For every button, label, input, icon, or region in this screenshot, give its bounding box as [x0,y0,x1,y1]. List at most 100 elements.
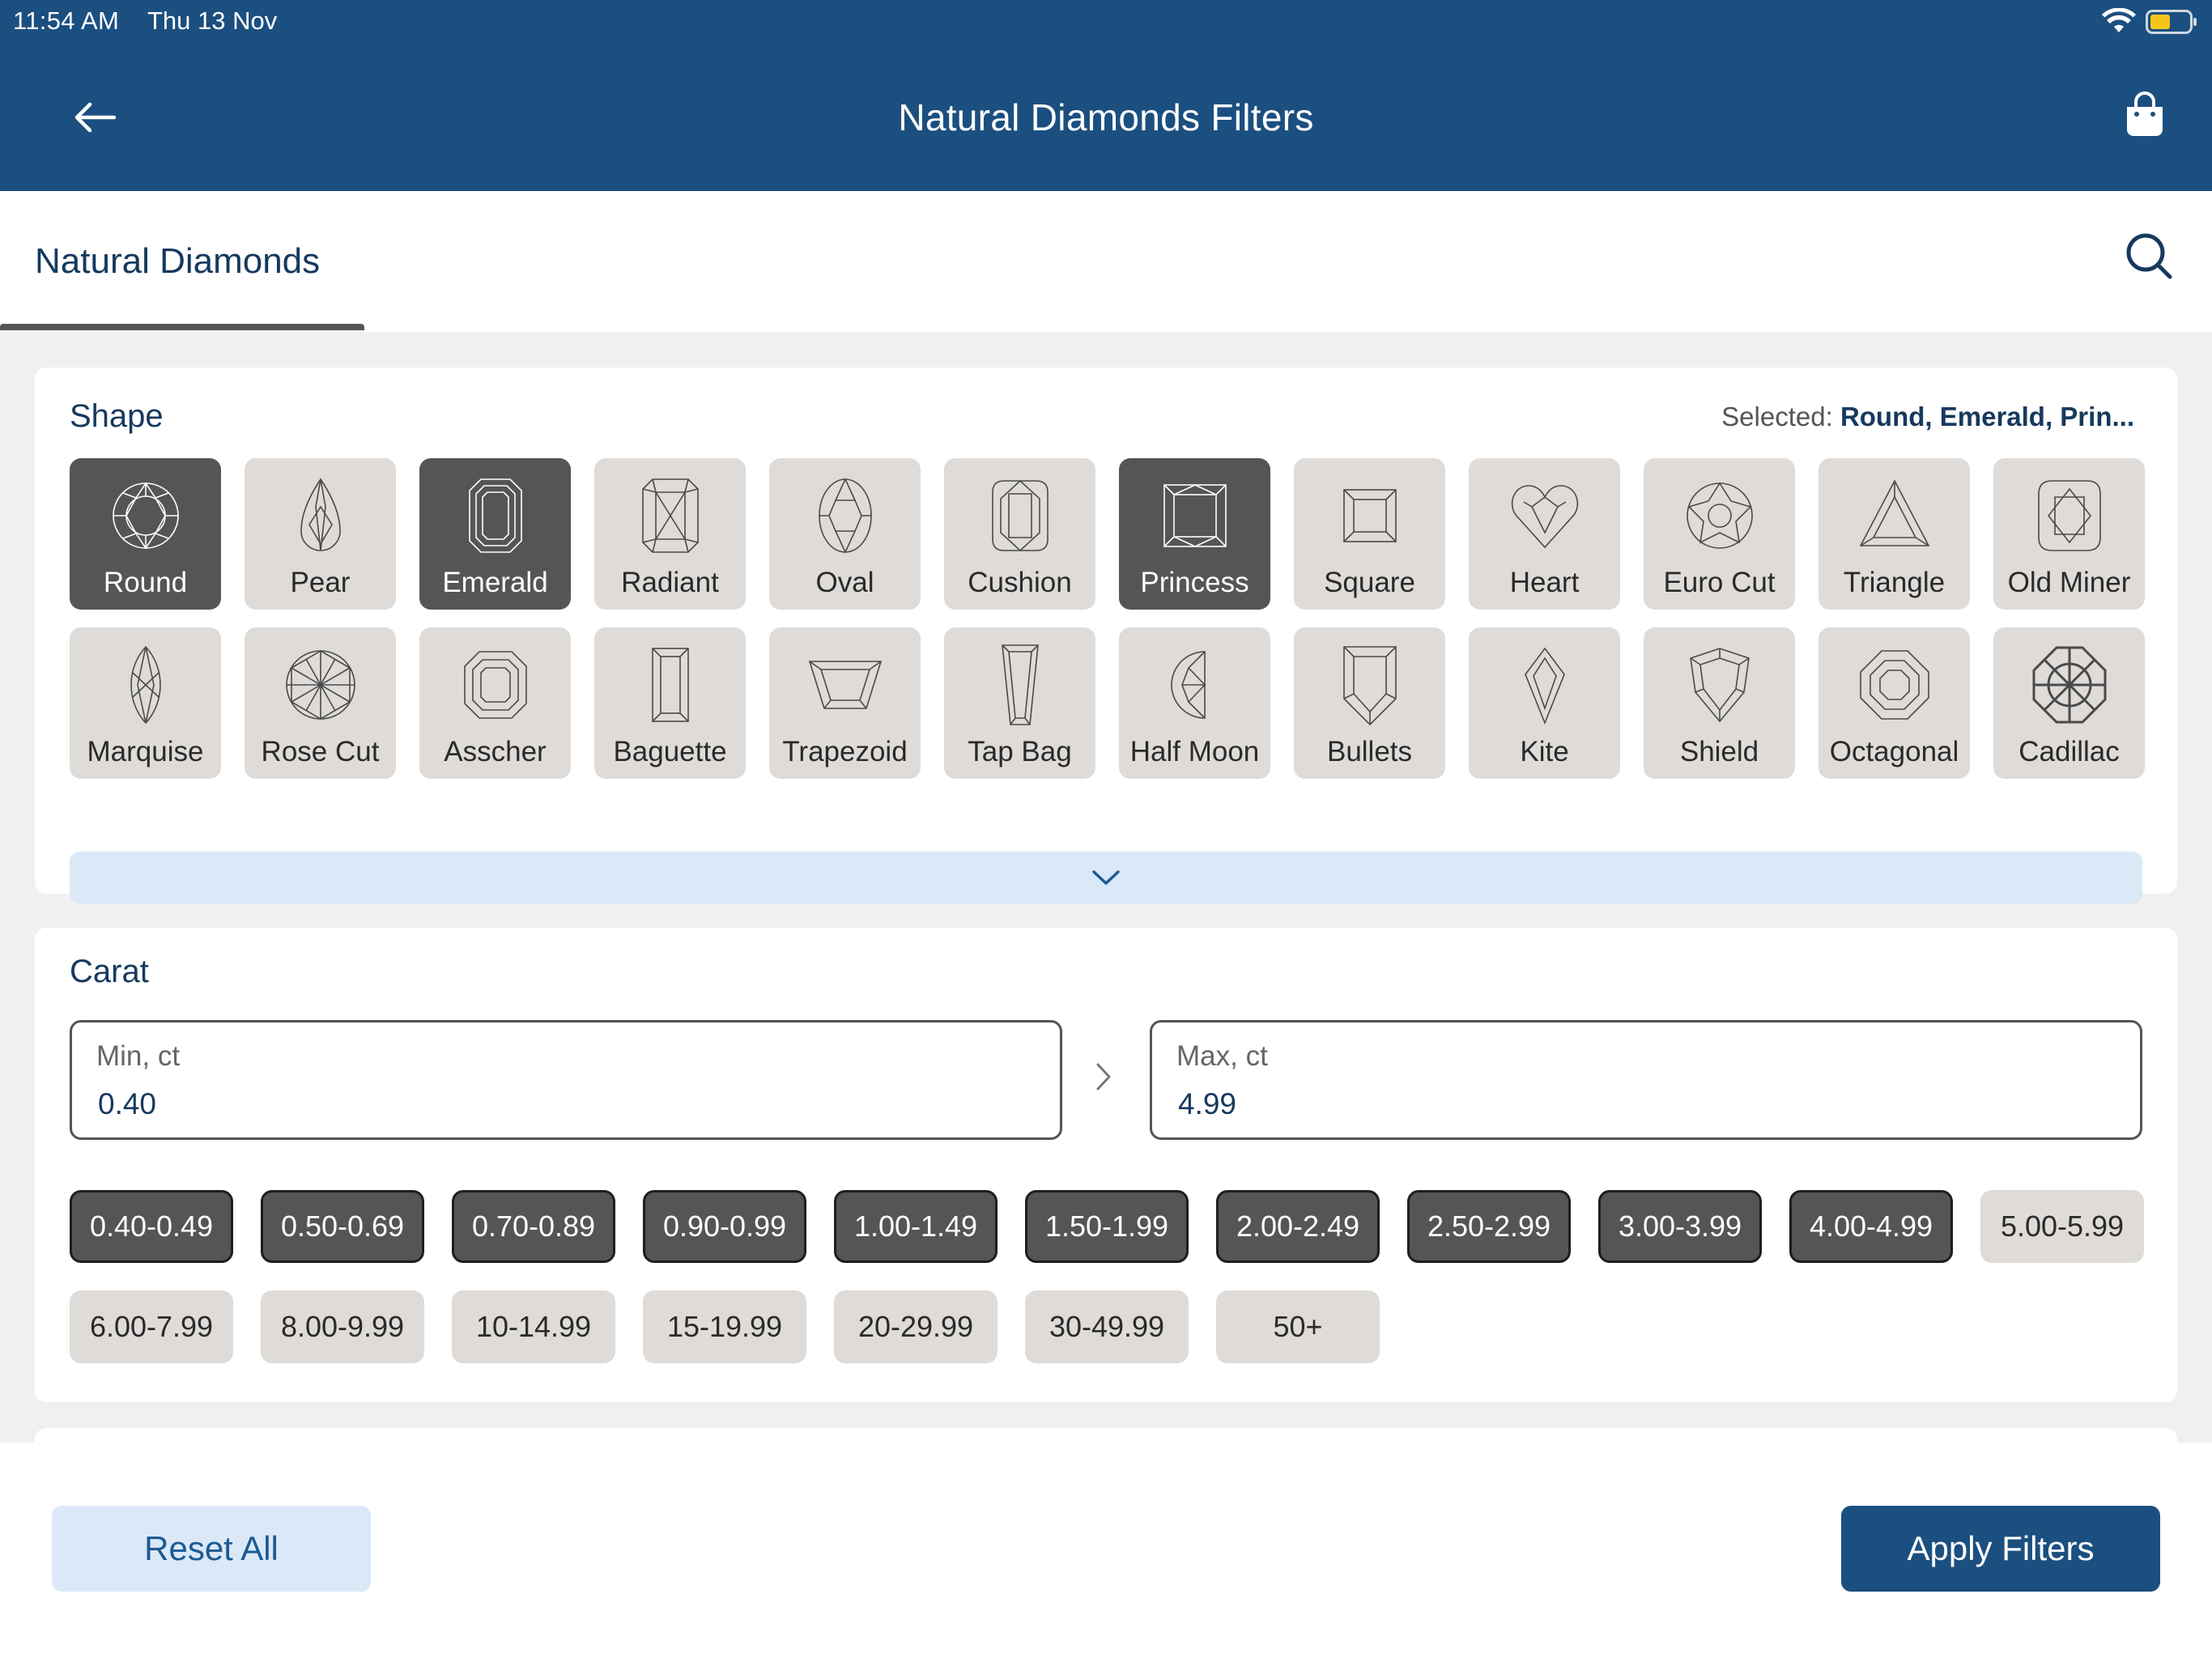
shape-option-shield[interactable]: Shield [1644,627,1795,779]
shape-option-asscher[interactable]: Asscher [419,627,571,779]
carat-chip[interactable]: 1.00-1.49 [834,1190,998,1263]
tab-natural-diamonds[interactable]: Natural Diamonds [0,194,364,330]
shape-label: Shield [1679,736,1759,767]
shape-option-octagonal[interactable]: Octagonal [1819,627,1970,779]
bullets-shape-icon [1343,646,1397,726]
half-moon-shape-icon [1171,651,1206,719]
octagonal-shape-icon [1860,650,1929,720]
carat-chip[interactable]: 20-29.99 [834,1290,998,1363]
footer-actions: Reset All Apply Filters [0,1443,2212,1658]
carat-chip[interactable]: 4.00-4.99 [1789,1190,1953,1263]
shape-option-old-miner[interactable]: Old Miner [1993,458,2145,610]
battery-icon [2146,10,2197,38]
tab-active-indicator [0,324,364,330]
carat-chip[interactable]: 6.00-7.99 [70,1290,233,1363]
status-date: Thu 13 Nov [147,6,278,35]
carat-max-label: Max, ct [1176,1040,1268,1072]
shape-option-radiant[interactable]: Radiant [594,458,746,610]
shape-option-trapezoid[interactable]: Trapezoid [769,627,921,779]
round-shape-icon [113,482,179,550]
shape-label: Euro Cut [1663,567,1776,598]
shape-option-emerald[interactable]: Emerald [419,458,571,610]
shape-option-marquise[interactable]: Marquise [70,627,221,779]
shape-option-kite[interactable]: Kite [1469,627,1620,779]
shape-label: Triangle [1843,567,1946,598]
shape-label: Marquise [87,736,204,767]
carat-chip[interactable]: 5.00-5.99 [1980,1190,2144,1263]
shape-label: Heart [1509,567,1580,598]
carat-max-field[interactable]: Max, ct 4.99 [1150,1020,2142,1140]
filters-content[interactable]: Shape Selected: Round, Emerald, Prin... … [0,332,2212,1443]
carat-chip[interactable]: 2.00-2.49 [1216,1190,1380,1263]
carat-chip[interactable]: 30-49.99 [1025,1290,1189,1363]
euro-cut-shape-icon [1687,482,1753,549]
shape-section-title: Shape [70,398,164,434]
chevron-right-icon [1095,1062,1112,1095]
carat-chip[interactable]: 0.90-0.99 [643,1190,806,1263]
square-shape-icon [1343,489,1397,542]
carat-chip[interactable]: 8.00-9.99 [261,1290,424,1363]
selected-shapes-value: Round, Emerald, Prin... [1840,402,2134,432]
page-title: Natural Diamonds Filters [898,96,1314,138]
shape-option-cadillac[interactable]: Cadillac [1993,627,2145,779]
shopping-bag-icon [2125,91,2165,141]
shape-option-pear[interactable]: Pear [245,458,396,610]
shape-label: Cadillac [2018,736,2120,767]
status-time: 11:54 AM [13,6,120,35]
shape-option-tap-bag[interactable]: Tap Bag [944,627,1095,779]
shape-option-cushion[interactable]: Cushion [944,458,1095,610]
carat-chip[interactable]: 15-19.99 [643,1290,806,1363]
shape-option-euro-cut[interactable]: Euro Cut [1644,458,1795,610]
search-button[interactable] [2123,230,2180,287]
shape-label: Radiant [621,567,719,598]
cart-button[interactable] [2125,91,2180,149]
carat-range-chips: 0.40-0.49 0.50-0.69 0.70-0.89 0.90-0.99 … [70,1190,2144,1363]
carat-min-field[interactable]: Min, ct 0.40 [70,1020,1062,1140]
pear-shape-icon [300,478,341,551]
shape-option-oval[interactable]: Oval [769,458,921,610]
tap-bag-shape-icon [1002,644,1039,725]
expand-shapes-button[interactable] [70,852,2142,903]
shield-shape-icon [1690,648,1750,723]
shape-option-heart[interactable]: Heart [1469,458,1620,610]
carat-chip[interactable]: 0.50-0.69 [261,1190,424,1263]
carat-min-value: 0.40 [98,1087,157,1120]
rose-cut-shape-icon [286,650,355,720]
shape-label: Bullets [1326,736,1413,767]
tab-bar: Natural Diamonds [0,194,2212,330]
shape-label: Old Miner [2007,567,2131,598]
carat-chip[interactable]: 0.70-0.89 [452,1190,615,1263]
shape-grid: Round Pear Emerald Radiant Oval Cushion [70,458,2145,779]
shape-option-triangle[interactable]: Triangle [1819,458,1970,610]
marquise-shape-icon [130,645,161,725]
carat-chip[interactable]: 1.50-1.99 [1025,1190,1189,1263]
carat-filter-card: Carat Min, ct 0.40 Max, ct 4.99 0.40-0.4… [35,928,2177,1402]
princess-shape-icon [1163,484,1227,547]
carat-chip[interactable]: 0.40-0.49 [70,1190,233,1263]
carat-chip[interactable]: 10-14.99 [452,1290,615,1363]
shape-label: Octagonal [1829,736,1959,767]
triangle-shape-icon [1859,479,1930,546]
carat-chip[interactable]: 2.50-2.99 [1407,1190,1571,1263]
carat-section-title: Carat [70,954,149,989]
shape-option-rose-cut[interactable]: Rose Cut [245,627,396,779]
shape-label: Rose Cut [261,736,380,767]
carat-chip[interactable]: 3.00-3.99 [1598,1190,1762,1263]
shape-label: Square [1324,567,1415,598]
shape-option-square[interactable]: Square [1294,458,1445,610]
trapezoid-shape-icon [808,661,883,709]
shape-option-baguette[interactable]: Baguette [594,627,746,779]
reset-all-button[interactable]: Reset All [52,1506,371,1592]
shape-option-round[interactable]: Round [70,458,221,610]
oval-shape-icon [819,478,872,554]
emerald-shape-icon [469,478,522,553]
shape-option-half-moon[interactable]: Half Moon [1119,627,1270,779]
carat-chip[interactable]: 50+ [1216,1290,1380,1363]
heart-shape-icon [1511,485,1579,549]
shape-label: Tap Bag [968,736,1072,767]
shape-option-princess[interactable]: Princess [1119,458,1270,610]
shape-label: Kite [1520,736,1569,767]
kite-shape-icon [1525,647,1565,725]
shape-option-bullets[interactable]: Bullets [1294,627,1445,779]
apply-filters-button[interactable]: Apply Filters [1841,1506,2160,1592]
